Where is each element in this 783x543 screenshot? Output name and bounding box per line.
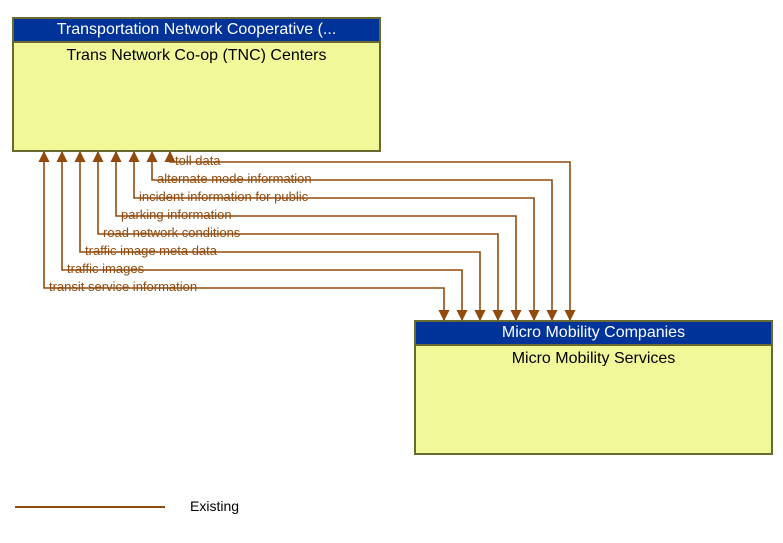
- legend-label-existing: Existing: [190, 498, 239, 514]
- flow-label: traffic image meta data: [85, 243, 217, 258]
- flow-label: traffic images: [67, 261, 144, 276]
- entity-header-micro: Micro Mobility Companies: [416, 322, 771, 346]
- flow-label: transit service information: [49, 279, 197, 294]
- diagram-canvas: Transportation Network Cooperative (... …: [0, 0, 783, 543]
- flow-label: toll data: [175, 153, 221, 168]
- legend-line-existing: [15, 506, 165, 508]
- flow-label: road network conditions: [103, 225, 240, 240]
- flow-label: incident information for public: [139, 189, 308, 204]
- entity-header-tnc: Transportation Network Cooperative (...: [14, 19, 379, 43]
- flow-label: parking information: [121, 207, 232, 222]
- entity-box-tnc: Transportation Network Cooperative (... …: [12, 17, 381, 152]
- entity-box-micro: Micro Mobility Companies Micro Mobility …: [414, 320, 773, 455]
- flow-label: alternate mode information: [157, 171, 312, 186]
